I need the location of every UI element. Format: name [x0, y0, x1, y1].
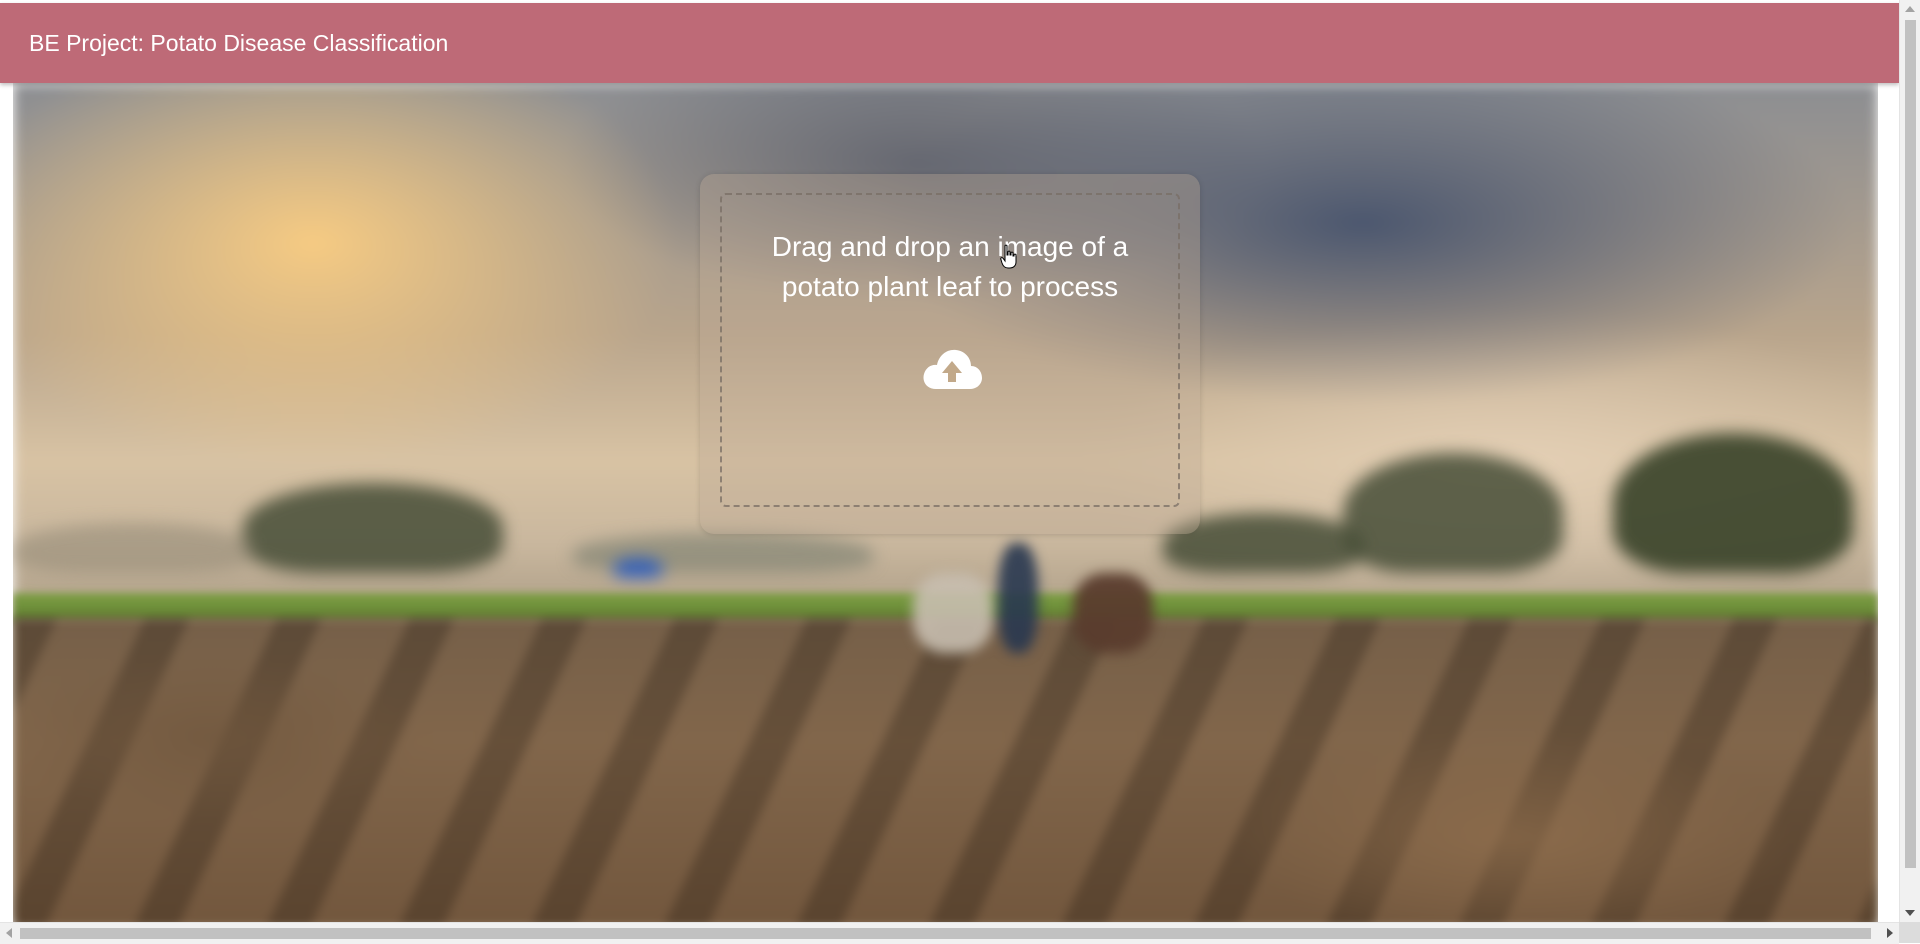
vertical-scroll-thumb[interactable]: [1905, 20, 1916, 868]
app-bar: BE Project: Potato Disease Classificatio…: [0, 3, 1899, 83]
scrollbar-corner: [1899, 922, 1920, 943]
hand-pointer-icon: [1000, 244, 1018, 270]
oxen-and-farmer: [893, 533, 1173, 653]
scroll-down-arrow-icon[interactable]: [1905, 910, 1915, 916]
page-viewport: BE Project: Potato Disease Classificatio…: [0, 0, 1899, 922]
horizontal-scroll-thumb[interactable]: [20, 928, 1871, 939]
scroll-left-arrow-icon[interactable]: [6, 928, 12, 938]
horizontal-scrollbar[interactable]: [0, 922, 1899, 944]
scroll-up-arrow-icon[interactable]: [1905, 6, 1915, 12]
upload-card: Drag and drop an image of a potato plant…: [700, 174, 1200, 534]
image-dropzone[interactable]: Drag and drop an image of a potato plant…: [720, 193, 1180, 507]
cloud-upload-icon[interactable]: [920, 345, 984, 393]
plowed-soil: [13, 618, 1878, 922]
vertical-scrollbar[interactable]: [1899, 0, 1920, 922]
dropzone-instructions: Drag and drop an image of a potato plant…: [771, 231, 1129, 302]
app-title: BE Project: Potato Disease Classificatio…: [29, 30, 449, 56]
scroll-right-arrow-icon[interactable]: [1887, 928, 1893, 938]
